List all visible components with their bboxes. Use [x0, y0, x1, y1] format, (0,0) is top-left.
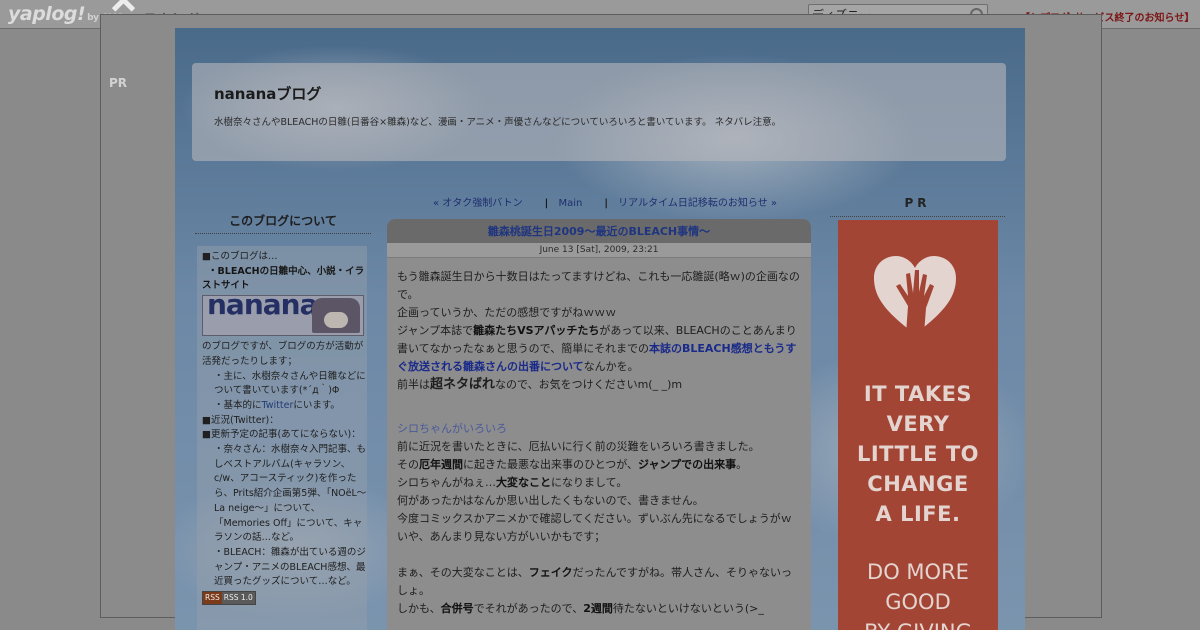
post-paragraph: ジャンプ本誌で雛森たちVSアパッチたちがあって以来、BLEACHのことあんまり書… [397, 324, 797, 373]
post-title[interactable]: 雛森桃誕生日2009～最近のBLEACH事情～ [488, 225, 710, 238]
sidebar-line: ■近況(Twitter)： [202, 414, 279, 426]
post-spacer [397, 412, 801, 420]
post-paragraph: その厄年週間に起きた最悪な出来事のひとつが、ジャンプでの出来事。 [397, 458, 748, 471]
banner-character-image [312, 298, 360, 334]
blog-page: nananaブログ 水樹奈々さんやBLEACHの日雛(日番谷×雛森)など、漫画・… [175, 28, 1025, 630]
sidebar-line: ・奈々さん：水樹奈々入門記事、もしベストアルバム(キャラソン、c/w、アコーステ… [214, 444, 367, 544]
banner-logo-text: nanana [207, 295, 318, 322]
post-navigation: « オタク強制バトン | Main | リアルタイム日記移転のお知らせ » [433, 198, 777, 209]
post-paragraph: 今度コミックスかアニメかで確認してください。ずいぶん先になるでしょうがｗいや、あ… [397, 512, 792, 543]
post-paragraph: シロちゃんがねぇ…大変なことになりまして。 [397, 476, 628, 489]
post-paragraph: 前に近況を書いたときに、厄払いに行く前の災難をいろいろ書きました。 [397, 440, 760, 453]
blog-header: nananaブログ 水樹奈々さんやBLEACHの日雛(日番谷×雛森)など、漫画・… [192, 63, 1006, 161]
sidebar-line: ・BLEACHの日雛中心、小説・イラストサイト [202, 265, 365, 292]
sidebar-line: のブログですが、ブログの方が活動が活発だったりします； [202, 341, 364, 367]
sidebar-heading: このブログについて [195, 212, 371, 234]
prev-post-link[interactable]: « オタク強制バトン [433, 198, 523, 209]
pr-label-left: PR [109, 76, 128, 90]
main-link[interactable]: Main [558, 198, 582, 209]
next-post-link[interactable]: リアルタイム日記移転のお知らせ » [618, 198, 777, 209]
sidebar-line: ・基本的にTwitterにいます。 [214, 399, 340, 411]
post-paragraph: もう雛森誕生日から十数日はたってますけどね、これも一応雛誕(略ｗ)の企画なので。 [397, 270, 800, 301]
sidebar-about: ■このブログは… ・BLEACHの日雛中心、小説・イラストサイト nanana … [202, 250, 368, 606]
blog-description: 水樹奈々さんやBLEACHの日雛(日番谷×雛森)など、漫画・アニメ・声優さんなど… [214, 117, 782, 128]
ad-text-line: GOOD [885, 590, 951, 614]
post-title-bar: 雛森桃誕生日2009～最近のBLEACH事情～ [387, 219, 811, 244]
post-paragraph: まぁ、その大変なことは、フェイクだったんですがね。帯人さん、そりゃないっしょ。 [397, 566, 793, 597]
sidebar-line: ■このブログは… [202, 251, 278, 262]
sidebar-line: ■更新予定の記事(あてにならない)： [202, 429, 361, 441]
post-spacer [397, 546, 801, 564]
sidebar-line: ・主に、水樹奈々さんや日雛などについて書いています(*´д｀)Φ [214, 370, 366, 397]
sidebar-line: ・BLEACH：雛森が出ている週のジャンプ・アニメのBLEACH感想、最近買った… [214, 546, 366, 588]
post-spacer [397, 394, 801, 412]
close-overlay-icon[interactable] [100, 0, 146, 12]
rss-badge[interactable]: RSS RSS 1.0 [202, 591, 256, 606]
twitter-link[interactable]: Twitter [262, 400, 294, 411]
ad-text-line: BY GIVING [838, 620, 998, 630]
ad-text-line: CHANGE [867, 472, 969, 496]
pr-label-right: PR [830, 196, 1005, 217]
blog-post: 雛森桃誕生日2009～最近のBLEACH事情～ June 13 [Sat], 2… [387, 219, 811, 630]
post-paragraph: 企画っていうか、ただの感想ですがねｗｗｗ [397, 306, 617, 319]
post-paragraph: しかも、合併号でそれがあったので、2週間待たないといけないという(>_ [397, 602, 764, 615]
post-subheading: シロちゃんがいろいろ [397, 422, 507, 435]
ad-text-line: A LIFE. [875, 502, 961, 526]
post-paragraph: 何があったかはなんか思い出したくもないので、書きません。 [397, 494, 704, 507]
post-date: June 13 [Sat], 2009, 23:21 [387, 243, 811, 258]
heart-hand-icon [874, 256, 956, 334]
ad-text-line: VERY [886, 412, 950, 436]
ad-text-line: IT TAKES [863, 382, 973, 406]
site-banner[interactable]: nanana [202, 295, 364, 337]
ad-text-line: LITTLE TO [856, 442, 980, 466]
post-paragraph: 前半は超ネタばれなので、お気をつけくださいm(_ _)m [397, 377, 683, 392]
post-body: もう雛森誕生日から十数日はたってますけどね、これも一応雛誕(略ｗ)の企画なので。… [397, 268, 801, 618]
blog-title[interactable]: nananaブログ [214, 83, 321, 104]
ad-text-line: DO MORE [867, 560, 969, 584]
charity-ad-banner[interactable]: IT TAKES VERY LITTLE TO CHANGE A LIFE. D… [838, 220, 998, 630]
